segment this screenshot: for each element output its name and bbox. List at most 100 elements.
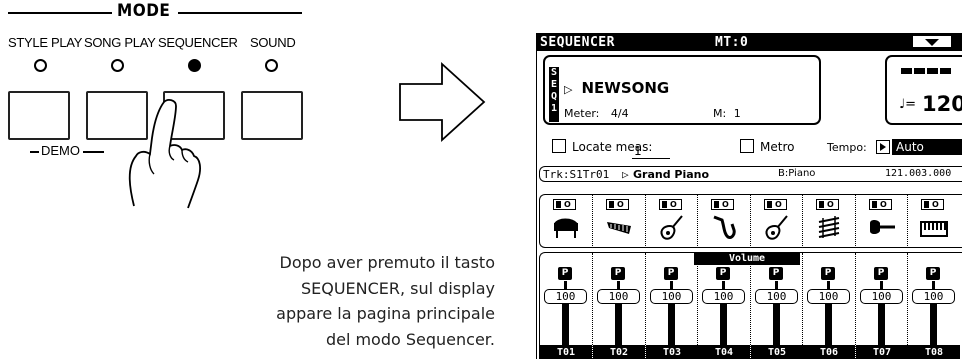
- locate-measure-field[interactable]: 1: [632, 144, 670, 159]
- sound-led: [265, 59, 278, 72]
- mute-status-icon[interactable]: O: [869, 199, 892, 210]
- channel-strip: P 100 T04: [697, 253, 750, 359]
- mute-status-icon[interactable]: O: [921, 199, 944, 210]
- volume-slider[interactable]: [720, 304, 727, 345]
- track-bank: B:Piano: [778, 168, 816, 179]
- meter-label: Meter:: [564, 107, 600, 120]
- mute-badge-text: O: [775, 200, 782, 209]
- track-label: T06: [803, 345, 855, 359]
- play-status-button[interactable]: P: [926, 267, 940, 280]
- instrument-row: O O O O O O O O: [539, 194, 962, 248]
- mute-status-icon[interactable]: O: [711, 199, 734, 210]
- play-status-button[interactable]: P: [769, 267, 783, 280]
- volume-value[interactable]: 100: [807, 289, 850, 304]
- measure-value: 1: [733, 107, 741, 120]
- play-triangle-icon: ▷: [564, 83, 573, 96]
- track-cell[interactable]: O: [855, 195, 907, 246]
- page-title: SEQUENCER: [540, 35, 615, 50]
- style-play-button[interactable]: [8, 91, 70, 140]
- track-label: T02: [593, 345, 645, 359]
- tempo-mode-field[interactable]: Auto: [892, 139, 962, 155]
- beat-indicator: [901, 68, 912, 74]
- play-status-button[interactable]: P: [821, 267, 835, 280]
- volume-slider[interactable]: [825, 304, 832, 345]
- caption-line: del modo Sequencer.: [325, 329, 495, 349]
- mute-badge-text: O: [932, 200, 939, 209]
- volume-header: Volume: [694, 253, 800, 265]
- mute-status-icon[interactable]: O: [659, 199, 682, 210]
- sequencer-led: [188, 59, 201, 72]
- sound-button[interactable]: [241, 91, 303, 140]
- track-cell[interactable]: O: [750, 195, 802, 246]
- mute-badge-text: O: [670, 200, 677, 209]
- mute-status-icon[interactable]: O: [816, 199, 839, 210]
- volume-value[interactable]: 100: [544, 289, 587, 304]
- track-id: Trk:S1Tr01: [543, 168, 610, 181]
- style-play-label: STYLE PLAY: [8, 35, 83, 50]
- seq-tab-letter: E: [550, 79, 558, 90]
- play-status-button[interactable]: P: [874, 267, 888, 280]
- tempo-mode-arrow-button[interactable]: [876, 140, 890, 154]
- locate-checkbox[interactable]: [552, 139, 566, 153]
- seq-tab-letter: Q: [550, 91, 558, 102]
- play-status-button[interactable]: P: [716, 267, 730, 280]
- mute-status-icon[interactable]: O: [764, 199, 787, 210]
- mute-badge-text: O: [564, 200, 571, 209]
- metro-checkbox[interactable]: [740, 139, 754, 153]
- track-triangle-icon: ▷: [622, 168, 629, 181]
- tempo-box[interactable]: ♩= 120: [885, 55, 962, 125]
- strings-icon: [818, 216, 840, 238]
- volume-value[interactable]: 100: [702, 289, 745, 304]
- sequencer-label: SEQUENCER: [158, 35, 238, 50]
- mute-badge-text: O: [827, 200, 834, 209]
- demo-label: DEMO: [41, 143, 80, 158]
- track-cell[interactable]: O: [645, 195, 697, 246]
- track-label: T01: [540, 345, 592, 359]
- demo-line-right: [83, 151, 104, 153]
- volume-slider[interactable]: [562, 304, 569, 345]
- caption-line: appare la pagina principale: [276, 304, 495, 323]
- play-status-button[interactable]: P: [558, 267, 572, 280]
- track-cell[interactable]: O: [802, 195, 854, 246]
- mute-status-icon[interactable]: O: [606, 199, 629, 210]
- metro-label: Metro: [760, 140, 795, 154]
- title-bar: SEQUENCER MT:0: [537, 34, 962, 51]
- volume-slider[interactable]: [668, 304, 675, 345]
- pressing-hand-icon: [128, 99, 201, 209]
- bass-icon: [870, 220, 895, 234]
- channel-strip: P 100 T01: [540, 253, 592, 359]
- track-sound: Grand Piano: [633, 168, 710, 181]
- track-cell[interactable]: O: [592, 195, 644, 246]
- play-status-button[interactable]: P: [611, 267, 625, 280]
- volume-value[interactable]: 100: [912, 289, 955, 304]
- volume-slider[interactable]: [615, 304, 622, 345]
- guitar-icon: [660, 215, 683, 240]
- volume-value[interactable]: 100: [597, 289, 640, 304]
- volume-slider[interactable]: [930, 304, 937, 345]
- track-cell[interactable]: O: [540, 195, 591, 246]
- beat-indicator: [914, 68, 925, 74]
- track-code: 121.003.000: [885, 168, 952, 179]
- track-cell[interactable]: O: [697, 195, 749, 246]
- track-label: T08: [908, 345, 960, 359]
- volume-mixer: P 100 T01 P 100 T02 P 100 T03 P 100 T04: [539, 252, 962, 359]
- track-cell[interactable]: O: [907, 195, 959, 246]
- track-info-bar[interactable]: Trk:S1Tr01 ▷ Grand Piano B:Piano 121.003…: [539, 166, 962, 182]
- volume-value[interactable]: 100: [860, 289, 903, 304]
- demo-line-left: [30, 151, 39, 153]
- channel-strip: P 100 T05: [750, 253, 803, 359]
- song-info-box[interactable]: S E Q 1 ▷ NEWSONG Meter: 4/4 M: 1: [543, 55, 821, 125]
- volume-value[interactable]: 100: [650, 289, 693, 304]
- page-menu-dropdown[interactable]: [912, 35, 952, 48]
- play-status-button[interactable]: P: [664, 267, 678, 280]
- volume-slider[interactable]: [878, 304, 885, 345]
- caption-line: Dopo aver premuto il tasto: [279, 253, 495, 272]
- track-label: T05: [751, 345, 803, 359]
- volume-value[interactable]: 100: [755, 289, 798, 304]
- seq1-tab: S E Q 1: [549, 67, 559, 122]
- caption: Dopo aver premuto il tasto SEQUENCER, su…: [220, 250, 495, 352]
- mute-status-icon[interactable]: O: [553, 199, 576, 210]
- measure-label: M:: [713, 107, 727, 120]
- volume-slider[interactable]: [773, 304, 780, 345]
- lcd-display: SEQUENCER MT:0 S E Q 1 ▷ NEWSONG Meter: 4…: [536, 33, 962, 359]
